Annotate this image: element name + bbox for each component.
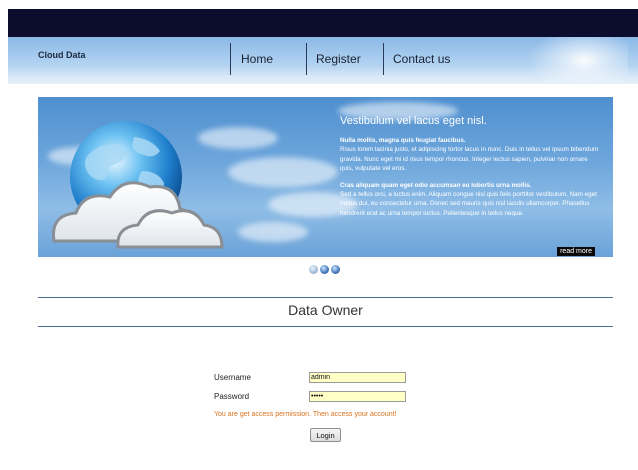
slide-dot-3[interactable] bbox=[331, 265, 340, 274]
password-input[interactable] bbox=[309, 391, 406, 402]
sky-cloud bbox=[238, 222, 308, 242]
username-label: Username bbox=[214, 373, 251, 382]
globe-cloud-icon bbox=[51, 121, 224, 249]
slider-pagination bbox=[309, 265, 340, 274]
header-clouds bbox=[8, 66, 638, 84]
sky-cloud bbox=[228, 157, 338, 187]
divider bbox=[38, 297, 613, 298]
banner-paragraph: Sed a tellus orci, a luctus enim. Aliqua… bbox=[340, 190, 597, 217]
login-button[interactable]: Login bbox=[310, 428, 341, 442]
divider bbox=[38, 326, 613, 327]
banner-title: Vestibulum vel lacus eget nisl. bbox=[340, 115, 487, 127]
password-label: Password bbox=[214, 392, 250, 401]
read-more-button[interactable]: read more bbox=[557, 247, 595, 256]
slide-dot-2[interactable] bbox=[320, 265, 329, 274]
slide-dot-1[interactable] bbox=[309, 265, 318, 274]
username-input[interactable] bbox=[309, 372, 406, 383]
page-title: Data Owner bbox=[288, 302, 363, 318]
banner-paragraph-heading: Cras aliquam quam eget odio accumsan eu … bbox=[340, 181, 532, 189]
hero-banner: Vestibulum vel lacus eget nisl. Nulla mo… bbox=[38, 97, 613, 257]
nav-separator bbox=[306, 43, 307, 75]
nav-home-link[interactable]: Home bbox=[241, 52, 273, 66]
brand-logo-text: Cloud Data bbox=[38, 50, 86, 60]
banner-paragraph-heading: Nulla mollis, magna quis feugiat faucibu… bbox=[340, 137, 466, 144]
banner-text: Vestibulum vel lacus eget nisl. Nulla mo… bbox=[340, 115, 602, 226]
nav-separator bbox=[230, 43, 231, 75]
site-header: Cloud Data Home Register Contact us bbox=[8, 37, 638, 84]
banner-paragraph: Risus lorem lacinia justo, et adipiscing… bbox=[340, 146, 599, 172]
nav-register-link[interactable]: Register bbox=[316, 52, 361, 66]
top-bar bbox=[8, 9, 638, 37]
nav-separator bbox=[383, 43, 384, 75]
nav-contact-link[interactable]: Contact us bbox=[393, 52, 450, 66]
access-notice: You are get access permission. Then acce… bbox=[214, 411, 397, 418]
